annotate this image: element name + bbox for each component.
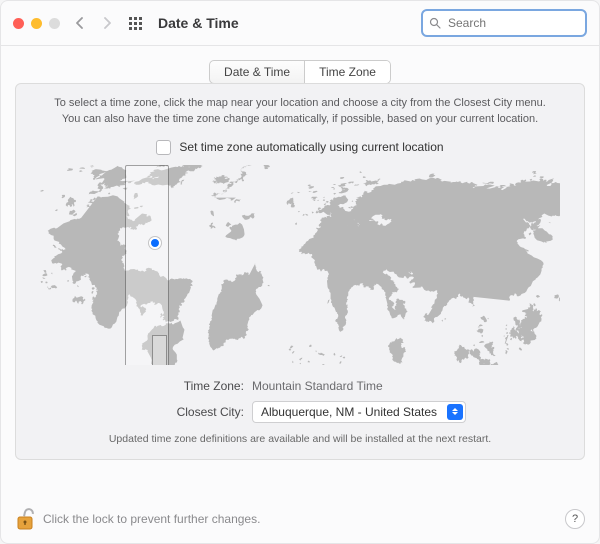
preferences-window: Date & Time Date & Time Time Zone To sel…	[0, 0, 600, 544]
auto-timezone-row[interactable]: Set time zone automatically using curren…	[156, 140, 443, 155]
search-field[interactable]	[421, 9, 587, 37]
tab-time-zone[interactable]: Time Zone	[304, 61, 390, 83]
help-line-1: To select a time zone, click the map nea…	[54, 97, 546, 109]
search-icon	[429, 17, 441, 29]
zoom-window-button	[49, 18, 60, 29]
tz-fields: Time Zone: Mountain Standard Time Closes…	[134, 379, 466, 423]
world-map-svg	[40, 165, 560, 365]
lock-open-icon	[15, 507, 35, 531]
tab-date-time[interactable]: Date & Time	[210, 61, 304, 83]
chevron-right-icon	[103, 17, 112, 29]
city-label: Closest City:	[134, 405, 244, 419]
pane-title: Date & Time	[158, 15, 239, 31]
tab-group: Date & Time Time Zone	[209, 60, 391, 84]
closest-city-select[interactable]: Albuquerque, NM - United States	[252, 401, 466, 423]
location-pin	[149, 237, 161, 249]
forward-button	[98, 14, 116, 32]
auto-timezone-label: Set time zone automatically using curren…	[179, 140, 443, 154]
back-button[interactable]	[70, 14, 88, 32]
close-window-button[interactable]	[13, 18, 24, 29]
grid-icon	[129, 17, 142, 30]
footer: Click the lock to prevent further change…	[1, 495, 599, 543]
time-zone-box: To select a time zone, click the map nea…	[15, 83, 585, 460]
content-panel: Date & Time Time Zone To select a time z…	[1, 46, 599, 495]
auto-timezone-checkbox[interactable]	[156, 140, 171, 155]
help-line-2: You can also have the time zone change a…	[62, 113, 538, 125]
help-text: To select a time zone, click the map nea…	[54, 96, 546, 128]
chevron-left-icon	[75, 17, 84, 29]
world-map[interactable]	[40, 165, 560, 365]
search-input[interactable]	[446, 15, 600, 31]
toolbar: Date & Time	[1, 1, 599, 46]
help-button[interactable]: ?	[565, 509, 585, 529]
lock-button[interactable]	[15, 507, 35, 531]
update-note: Updated time zone definitions are availa…	[109, 433, 491, 445]
tz-label: Time Zone:	[134, 379, 244, 393]
window-controls	[13, 18, 60, 29]
chevron-updown-icon	[447, 404, 463, 420]
lock-text: Click the lock to prevent further change…	[43, 512, 260, 526]
show-all-button[interactable]	[126, 14, 144, 32]
closest-city-value: Albuquerque, NM - United States	[253, 405, 445, 419]
minimize-window-button[interactable]	[31, 18, 42, 29]
tz-value: Mountain Standard Time	[252, 379, 466, 393]
